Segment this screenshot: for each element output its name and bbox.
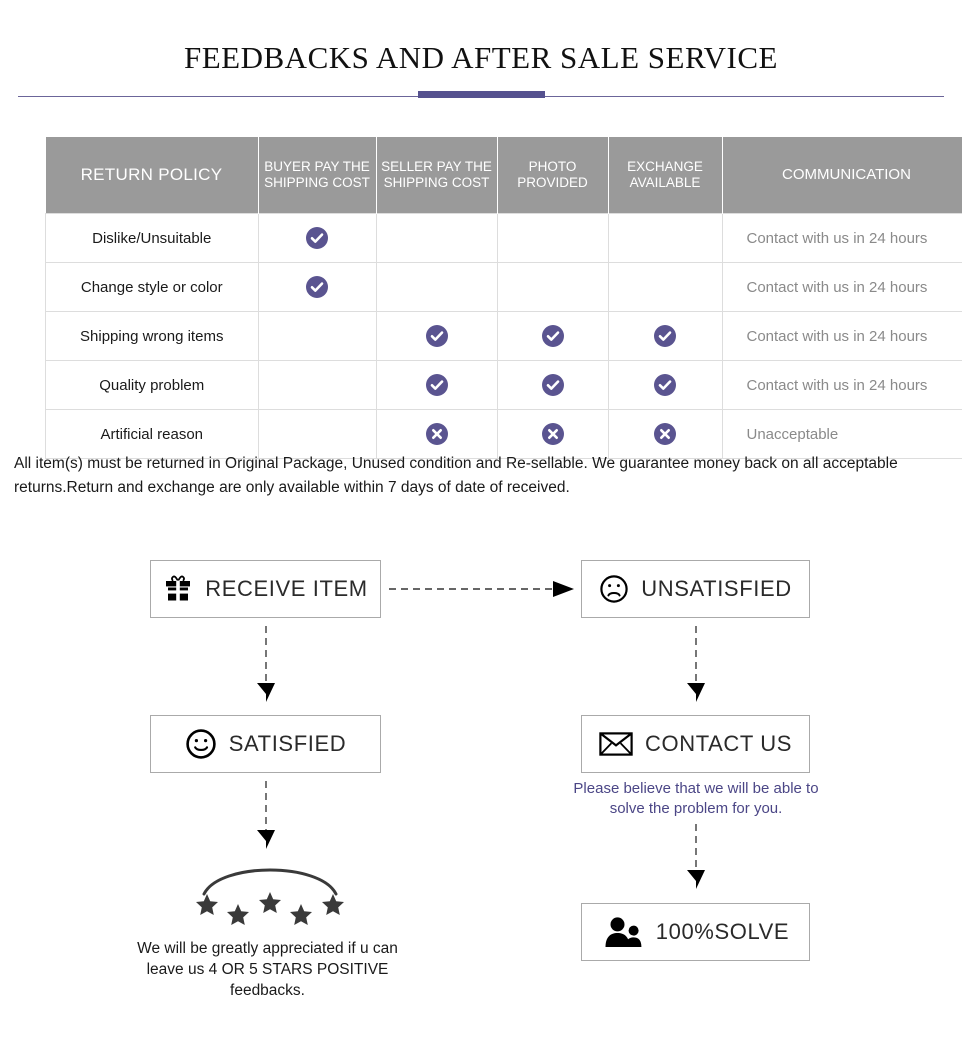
star-group: [196, 892, 344, 925]
flow-label-receive-item: RECEIVE ITEM: [205, 576, 368, 601]
table-row: Dislike/Unsuitable Contact with us in 24…: [45, 213, 962, 263]
cell-photo-provided: [496, 213, 609, 263]
column-header-photo-provided: PHOTO PROVIDED: [497, 137, 609, 214]
table-body: Dislike/Unsuitable Contact with us in 24…: [45, 213, 962, 459]
flow-box-receive-item[interactable]: RECEIVE ITEM: [150, 560, 381, 618]
arrow-unsatisfied-to-contact: [687, 626, 705, 702]
return-policy-table: RETURN POLICY BUYER PAY THE SHIPPING COS…: [45, 137, 962, 459]
cell-reason: Quality problem: [45, 360, 259, 410]
column-header-seller-pay: SELLER PAY THE SHIPPING COST: [376, 137, 498, 214]
arrow-satisfied-to-stars: [257, 781, 275, 849]
cell-exchange-available: [607, 262, 723, 312]
column-header-exchange-available: EXCHANGE AVAILABLE: [608, 137, 723, 214]
table-header-row: RETURN POLICY BUYER PAY THE SHIPPING COS…: [45, 137, 962, 214]
column-header-buyer-pay: BUYER PAY THE SHIPPING COST: [258, 137, 377, 214]
cell-exchange-available: [607, 360, 723, 410]
cell-communication: Contact with us in 24 hours: [721, 262, 962, 312]
check-icon: [306, 276, 328, 298]
cell-photo-provided: [496, 311, 609, 361]
cross-icon: [541, 423, 564, 445]
column-header-communication: COMMUNICATION: [722, 137, 962, 214]
column-header-return-policy: RETURN POLICY: [45, 137, 259, 214]
check-icon: [425, 374, 448, 396]
page-header: FEEDBACKS AND AFTER SALE SERVICE: [0, 40, 962, 76]
cell-photo-provided: [496, 262, 609, 312]
people-icon: [602, 916, 644, 948]
envelope-icon: [599, 731, 633, 757]
table-row: Quality problem Contact with us in 24 ho…: [45, 360, 962, 410]
flow-label-unsatisfied: UNSATISFIED: [641, 576, 792, 601]
cell-reason: Dislike/Unsuitable: [45, 213, 259, 263]
cell-communication: Contact with us in 24 hours: [721, 213, 962, 263]
cell-reason: Change style or color: [45, 262, 259, 312]
arrow-contact-to-solve: [687, 824, 705, 889]
table-row: Change style or color Contact with us in…: [45, 262, 962, 312]
cell-exchange-available: [607, 213, 723, 263]
check-icon: [541, 325, 564, 347]
cell-seller-pay: [375, 311, 498, 361]
cell-communication: Contact with us in 24 hours: [721, 360, 962, 410]
check-icon: [654, 374, 676, 396]
check-icon: [306, 227, 328, 249]
cell-seller-pay: [375, 360, 498, 410]
cell-reason: Shipping wrong items: [45, 311, 259, 361]
flow-box-contact-us[interactable]: CONTACT US: [581, 715, 810, 773]
cell-buyer-pay: [257, 213, 377, 263]
cross-icon: [425, 423, 448, 445]
cell-buyer-pay: [257, 311, 377, 361]
cell-exchange-available: [607, 311, 723, 361]
check-icon: [654, 325, 676, 347]
flow-label-solve: 100%SOLVE: [655, 919, 790, 944]
stars-caption: We will be greatly appreciated if u can …: [137, 940, 398, 999]
smiley-face-icon: [185, 728, 217, 760]
five-stars-graphic: [196, 868, 344, 925]
return-policy-note: All item(s) must be returned in Original…: [14, 455, 898, 496]
cell-seller-pay: [375, 262, 498, 312]
table-header: RETURN POLICY BUYER PAY THE SHIPPING COS…: [45, 137, 962, 214]
flow-box-satisfied[interactable]: SATISFIED: [150, 715, 381, 773]
arrow-receive-to-satisfied: [257, 626, 275, 702]
cell-seller-pay: [375, 213, 498, 263]
sad-face-icon: [599, 574, 629, 604]
cell-photo-provided: [496, 360, 609, 410]
contact-us-caption: Please believe that we will be able to s…: [573, 780, 819, 817]
header-accent-bar: [418, 91, 545, 98]
cross-icon: [654, 423, 676, 445]
cell-communication: Contact with us in 24 hours: [721, 311, 962, 361]
arrow-receive-to-unsatisfied: [389, 581, 574, 597]
cell-buyer-pay: [257, 360, 377, 410]
check-icon: [425, 325, 448, 347]
table-row: Shipping wrong items Contact with us in …: [45, 311, 962, 361]
flow-box-unsatisfied[interactable]: UNSATISFIED: [581, 560, 810, 618]
flow-label-contact-us: CONTACT US: [645, 731, 792, 756]
gift-icon: [163, 575, 193, 603]
cell-buyer-pay: [257, 262, 377, 312]
flow-label-satisfied: SATISFIED: [228, 731, 347, 756]
check-icon: [541, 374, 564, 396]
flow-box-solve[interactable]: 100%SOLVE: [581, 903, 810, 961]
page-title: FEEDBACKS AND AFTER SALE SERVICE: [184, 40, 778, 75]
